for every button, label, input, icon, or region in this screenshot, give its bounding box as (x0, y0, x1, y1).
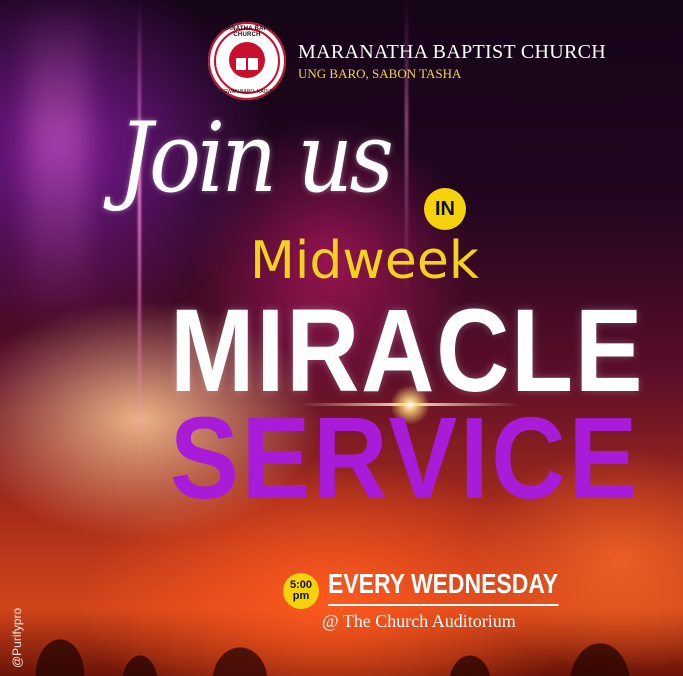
church-location: UNG BARO, SABON TASHA (298, 65, 462, 81)
time-period: pm (292, 590, 310, 602)
church-text: MARANATHA BAPTIST CHURCH UNG BARO, SABON… (298, 41, 606, 82)
church-header: MARANATHA BAPTIST CHURCH UNGWAN BARO, KA… (208, 22, 606, 100)
church-logo: MARANATHA BAPTIST CHURCH UNGWAN BARO, KA… (208, 22, 286, 100)
time-badge: 5:00 pm (283, 573, 319, 609)
midweek-label: Midweek (250, 231, 479, 291)
church-name: MARANATHA BAPTIST CHURCH (298, 40, 606, 63)
light-beam (138, 0, 141, 480)
service-venue: @ The Church Auditorium (322, 611, 516, 631)
in-badge: IN (424, 188, 466, 230)
service-day: EVERY WEDNESDAY (328, 570, 559, 606)
logo-top-text: MARANATHA BAPTIST CHURCH (212, 26, 282, 38)
flyer-poster: MARANATHA BAPTIST CHURCH UNGWAN BARO, KA… (0, 0, 683, 676)
logo-bottom-text: UNGWAN BARO, KADUNA (216, 89, 278, 95)
service-title: SERVICE (170, 393, 641, 523)
designer-credit: @Purifypro (10, 607, 24, 668)
join-us-heading: Join us (118, 102, 394, 214)
bible-icon (236, 58, 258, 70)
light-glow (28, 0, 88, 320)
